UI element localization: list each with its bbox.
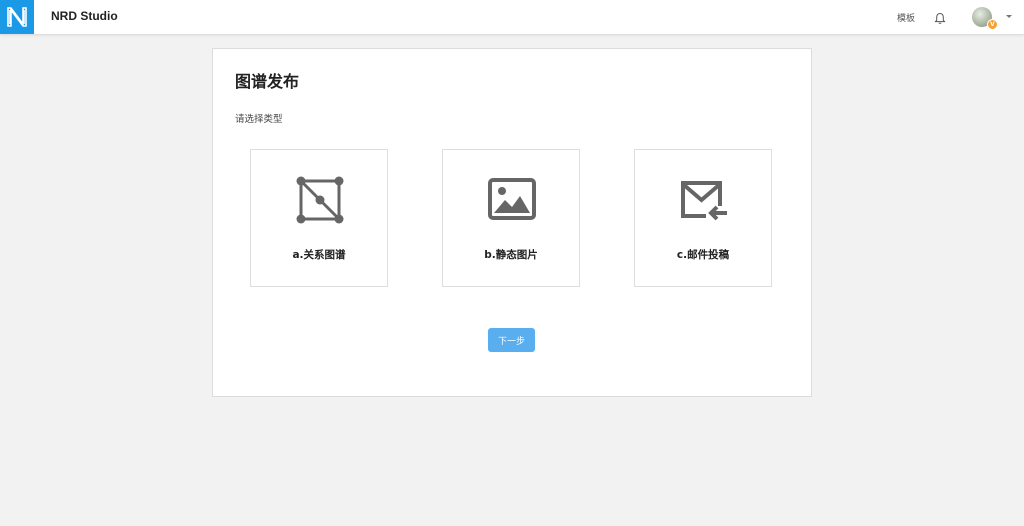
avatar[interactable]: V <box>972 7 998 30</box>
nav-template-link[interactable]: 模板 <box>897 11 915 24</box>
image-icon <box>488 178 536 220</box>
option-label: c.邮件投稿 <box>676 249 730 261</box>
option-label: a.关系图谱 <box>292 249 346 261</box>
bell-icon[interactable] <box>934 10 946 24</box>
graph-icon <box>296 176 344 224</box>
top-bar: NRD Studio 模板 V <box>0 0 1024 34</box>
publish-panel: 图谱发布 请选择类型 a.关系图谱 b.静态图片 c.邮件投稿 下一步 <box>212 48 812 397</box>
type-prompt: 请选择类型 <box>235 114 283 125</box>
nrd-logo-icon[interactable] <box>0 0 34 34</box>
option-relation-graph[interactable]: a.关系图谱 <box>250 149 388 287</box>
option-static-image[interactable]: b.静态图片 <box>442 149 580 287</box>
brand-name[interactable]: NRD Studio <box>51 9 118 23</box>
option-label: b.静态图片 <box>484 249 538 261</box>
chevron-down-icon[interactable] <box>1006 15 1012 18</box>
vip-badge: V <box>987 19 998 30</box>
mail-icon <box>681 181 727 221</box>
option-email-submission[interactable]: c.邮件投稿 <box>634 149 772 287</box>
page-title: 图谱发布 <box>235 72 300 91</box>
next-step-button[interactable]: 下一步 <box>488 328 535 352</box>
